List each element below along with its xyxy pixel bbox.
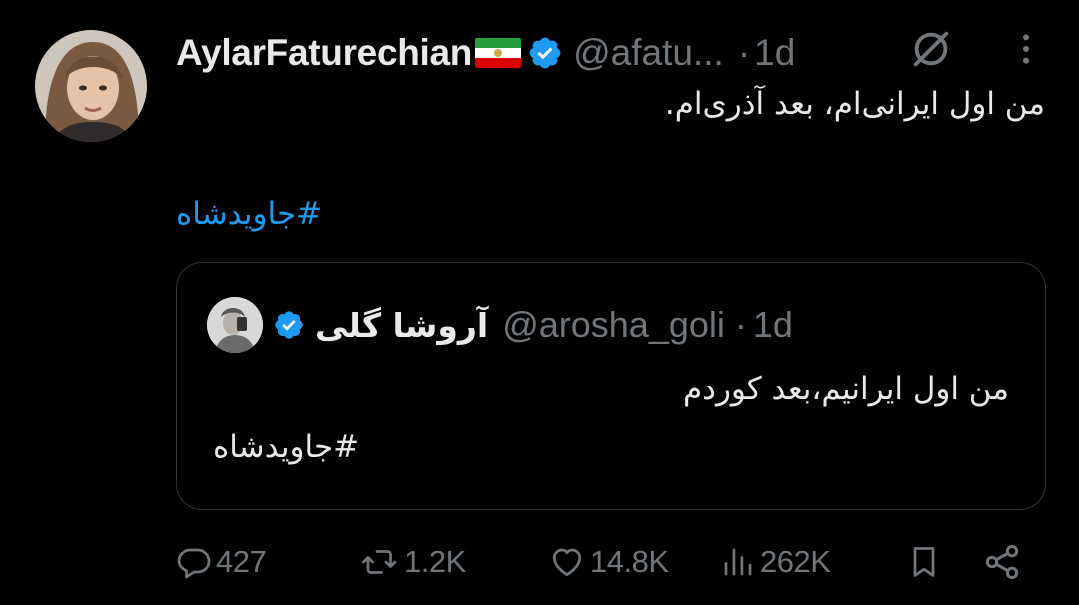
- verified-badge-icon[interactable]: [527, 35, 563, 71]
- bookmark-button[interactable]: [906, 536, 942, 588]
- like-count: 14.8K: [590, 544, 669, 579]
- share-icon: [985, 545, 1019, 579]
- header-separator: ·: [737, 32, 751, 73]
- repost-icon: [362, 550, 397, 574]
- author-handle[interactable]: @afatu...: [573, 32, 724, 74]
- bookmark-icon: [913, 547, 935, 577]
- quoted-header-separator: ·: [734, 304, 747, 345]
- like-icon: [552, 548, 582, 577]
- repost-count: 1.2K: [404, 544, 466, 579]
- grok-icon[interactable]: [908, 26, 954, 72]
- quoted-author-display-name[interactable]: آروشا گلی: [315, 306, 488, 345]
- tweet-timestamp[interactable]: 1d: [754, 32, 795, 74]
- quoted-tweet-text: من اول ایرانیم،بعد کوردم: [682, 371, 1009, 407]
- more-icon[interactable]: [1006, 26, 1046, 72]
- quoted-tweet-timestamp[interactable]: 1d: [753, 304, 793, 346]
- author-avatar[interactable]: [35, 30, 147, 142]
- iran-flag-emoji: [475, 38, 522, 68]
- like-button[interactable]: 14.8K: [548, 536, 669, 588]
- reply-button[interactable]: 427: [176, 536, 267, 588]
- quoted-author-avatar[interactable]: [207, 297, 263, 353]
- quoted-tweet-hashtag: #جاویدشاه: [213, 429, 360, 465]
- reply-count: 427: [216, 544, 267, 579]
- tweet-text: من اول ایرانی‌ام، بعد آذری‌ام.: [664, 86, 1045, 122]
- reply-icon: [177, 548, 211, 579]
- tweet-header: AylarFaturechian @afatu... · 1d: [176, 28, 795, 78]
- views-button[interactable]: 262K: [720, 536, 831, 588]
- views-icon: [724, 548, 752, 576]
- repost-button[interactable]: 1.2K: [360, 536, 466, 588]
- quoted-tweet-card[interactable]: آروشا گلی @arosha_goli · 1d من اول ایران…: [176, 262, 1046, 510]
- share-button[interactable]: [982, 536, 1022, 588]
- views-count: 262K: [760, 544, 831, 579]
- tweet-hashtag-link[interactable]: #جاویدشاه: [176, 196, 322, 232]
- author-display-name[interactable]: AylarFaturechian: [176, 32, 472, 74]
- quoted-verified-badge-icon[interactable]: [273, 309, 305, 341]
- tweet-action-bar: 427 1.2K 14.8K 262K: [176, 536, 1028, 588]
- quoted-tweet-header: آروشا گلی @arosha_goli · 1d: [207, 297, 793, 353]
- quoted-author-handle[interactable]: @arosha_goli: [502, 304, 725, 346]
